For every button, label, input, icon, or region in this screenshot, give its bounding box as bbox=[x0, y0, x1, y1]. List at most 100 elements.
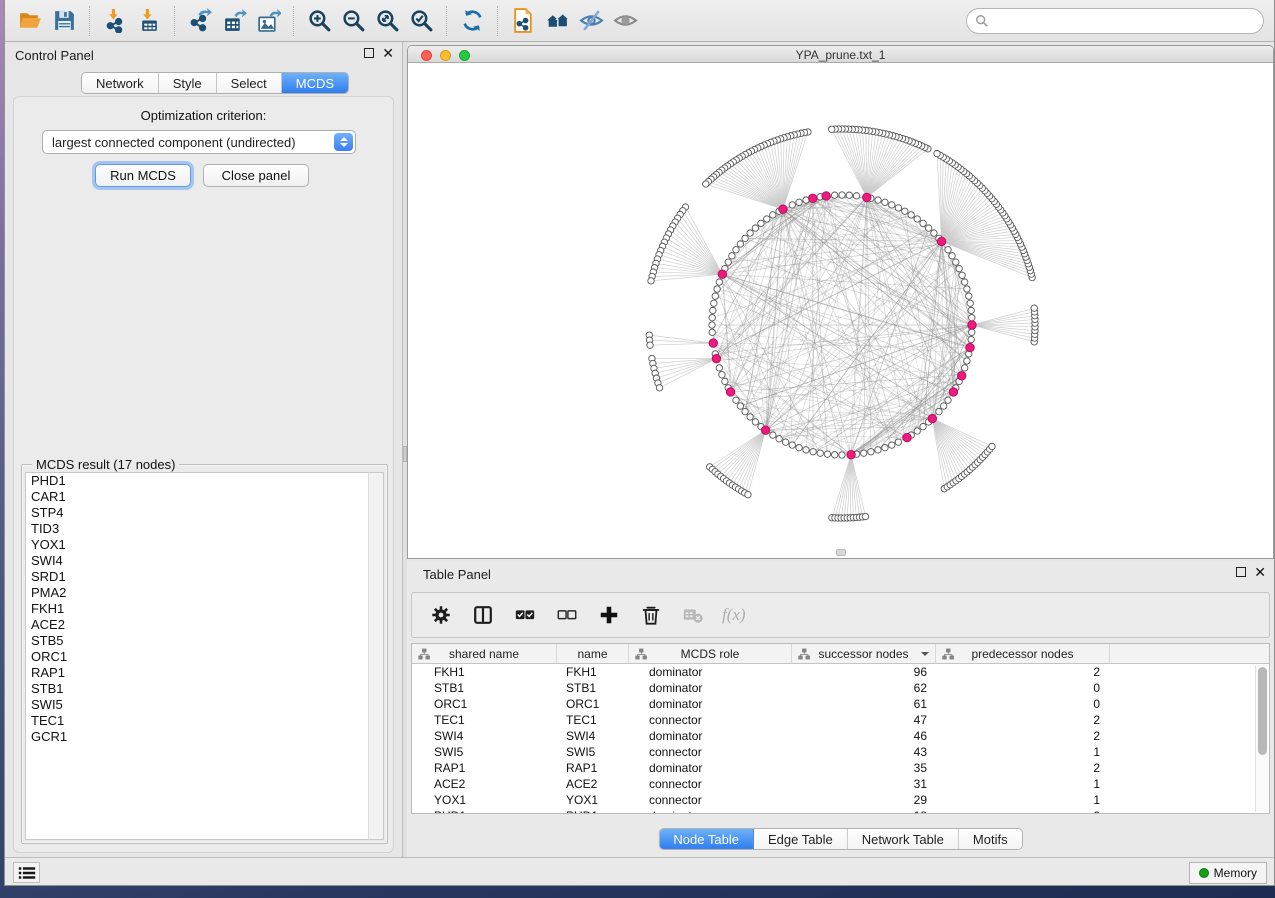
network-node[interactable] bbox=[796, 199, 802, 205]
mcds-hub-node[interactable] bbox=[809, 194, 817, 202]
mcds-result-item[interactable]: GCR1 bbox=[26, 729, 383, 745]
network-node[interactable] bbox=[803, 447, 809, 453]
network-node[interactable] bbox=[770, 212, 776, 218]
network-node[interactable] bbox=[925, 225, 931, 231]
network-node[interactable] bbox=[782, 439, 788, 445]
network-resize-grip[interactable] bbox=[836, 549, 846, 556]
refresh-icon[interactable] bbox=[457, 6, 487, 36]
network-node[interactable] bbox=[722, 378, 728, 384]
network-node[interactable] bbox=[709, 322, 715, 328]
hide-glasses-icon[interactable] bbox=[576, 6, 606, 36]
tab-select[interactable]: Select bbox=[217, 73, 282, 93]
network-node[interactable] bbox=[920, 423, 926, 429]
network-node[interactable] bbox=[962, 279, 968, 285]
cell-shared_name[interactable]: YOX1 bbox=[412, 792, 557, 808]
add-column-icon[interactable] bbox=[596, 602, 622, 628]
cell-mcds_role[interactable]: dominator bbox=[629, 664, 792, 680]
tab-network-table[interactable]: Network Table bbox=[848, 829, 959, 849]
task-history-button[interactable] bbox=[13, 862, 40, 883]
network-node[interactable] bbox=[770, 432, 776, 438]
network-node[interactable] bbox=[868, 449, 874, 455]
cell-predecessor_nodes[interactable]: 2 bbox=[936, 760, 1110, 776]
network-node[interactable] bbox=[839, 452, 845, 458]
network-node[interactable] bbox=[776, 436, 782, 442]
table-row[interactable]: PHD1PHD1dominator180 bbox=[412, 808, 1269, 814]
cell-predecessor_nodes[interactable]: 2 bbox=[936, 664, 1110, 680]
network-node[interactable] bbox=[789, 442, 795, 448]
mcds-result-item[interactable]: STB5 bbox=[26, 633, 383, 649]
mcds-result-item[interactable]: RAP1 bbox=[26, 665, 383, 681]
cell-successor_nodes[interactable]: 47 bbox=[792, 712, 936, 728]
zoom-fit-icon[interactable] bbox=[372, 6, 402, 36]
cell-name[interactable]: ORC1 bbox=[557, 696, 629, 712]
network-node[interactable] bbox=[832, 192, 838, 198]
network-node[interactable] bbox=[908, 212, 914, 218]
network-node[interactable] bbox=[789, 202, 795, 208]
network-node[interactable] bbox=[967, 300, 973, 306]
search-box[interactable] bbox=[966, 8, 1264, 34]
leaf-node[interactable] bbox=[1031, 305, 1037, 311]
mcds-hub-node[interactable] bbox=[712, 354, 720, 362]
cell-shared_name[interactable]: FKH1 bbox=[412, 664, 557, 680]
cell-predecessor_nodes[interactable]: 0 bbox=[936, 680, 1110, 696]
mcds-hub-node[interactable] bbox=[709, 339, 717, 347]
cell-mcds_role[interactable]: dominator bbox=[629, 680, 792, 696]
mcds-result-item[interactable]: TEC1 bbox=[26, 713, 383, 729]
cell-predecessor_nodes[interactable]: 0 bbox=[936, 696, 1110, 712]
mcds-result-item[interactable]: STP4 bbox=[26, 505, 383, 521]
mcds-hub-node[interactable] bbox=[928, 414, 936, 422]
memory-button[interactable]: Memory bbox=[1189, 862, 1267, 884]
mcds-result-item[interactable]: YOX1 bbox=[26, 537, 383, 553]
open-file-icon[interactable] bbox=[15, 6, 45, 36]
mcds-result-item[interactable]: FKH1 bbox=[26, 601, 383, 617]
cell-predecessor_nodes[interactable]: 2 bbox=[936, 712, 1110, 728]
mcds-hub-node[interactable] bbox=[957, 372, 965, 380]
mcds-result-item[interactable]: STB1 bbox=[26, 681, 383, 697]
float-table-panel-icon[interactable] bbox=[1236, 567, 1246, 577]
network-node[interactable] bbox=[940, 403, 946, 409]
network-node[interactable] bbox=[968, 307, 974, 313]
network-node[interactable] bbox=[839, 192, 845, 198]
network-node[interactable] bbox=[889, 442, 895, 448]
network-node[interactable] bbox=[796, 445, 802, 451]
network-node[interactable] bbox=[711, 300, 717, 306]
network-node[interactable] bbox=[861, 450, 867, 456]
network-node[interactable] bbox=[716, 279, 722, 285]
mcds-hub-node[interactable] bbox=[761, 426, 769, 434]
network-node[interactable] bbox=[914, 428, 920, 434]
mcds-result-item[interactable]: CAR1 bbox=[26, 489, 383, 505]
network-node[interactable] bbox=[733, 247, 739, 253]
network-node[interactable] bbox=[875, 447, 881, 453]
search-input[interactable] bbox=[989, 11, 1263, 31]
close-panel-button[interactable]: Close panel bbox=[203, 164, 309, 187]
cell-name[interactable]: STB1 bbox=[557, 680, 629, 696]
leaf-node[interactable] bbox=[647, 342, 653, 348]
unselect-all-icon[interactable] bbox=[554, 602, 580, 628]
mcds-hub-node[interactable] bbox=[718, 270, 726, 278]
cell-shared_name[interactable]: ACE2 bbox=[412, 776, 557, 792]
mcds-list-scrollbar[interactable] bbox=[368, 473, 383, 839]
tab-style[interactable]: Style bbox=[159, 73, 217, 93]
cell-mcds_role[interactable]: dominator bbox=[629, 696, 792, 712]
mcds-hub-node[interactable] bbox=[847, 450, 855, 458]
column-header-MCDS-role[interactable]: MCDS role bbox=[629, 644, 792, 663]
cell-shared_name[interactable]: ORC1 bbox=[412, 696, 557, 712]
cell-shared_name[interactable]: SWI4 bbox=[412, 728, 557, 744]
optimization-criterion-select[interactable]: largest connected component (undirected) bbox=[42, 130, 356, 154]
cell-mcds_role[interactable]: dominator bbox=[629, 728, 792, 744]
cell-shared_name[interactable]: STB1 bbox=[412, 680, 557, 696]
mcds-hub-node[interactable] bbox=[863, 193, 871, 201]
cell-name[interactable]: SWI5 bbox=[557, 744, 629, 760]
cell-name[interactable]: YOX1 bbox=[557, 792, 629, 808]
cell-predecessor_nodes[interactable]: 1 bbox=[936, 744, 1110, 760]
network-node[interactable] bbox=[824, 451, 830, 457]
cell-successor_nodes[interactable]: 62 bbox=[792, 680, 936, 696]
network-node[interactable] bbox=[817, 450, 823, 456]
export-network-icon[interactable] bbox=[185, 6, 215, 36]
network-node[interactable] bbox=[964, 358, 970, 364]
leaf-node[interactable] bbox=[656, 385, 662, 391]
tab-motifs[interactable]: Motifs bbox=[959, 829, 1022, 849]
network-node[interactable] bbox=[714, 286, 720, 292]
cell-predecessor_nodes[interactable]: 0 bbox=[936, 808, 1110, 814]
network-node[interactable] bbox=[969, 329, 975, 335]
